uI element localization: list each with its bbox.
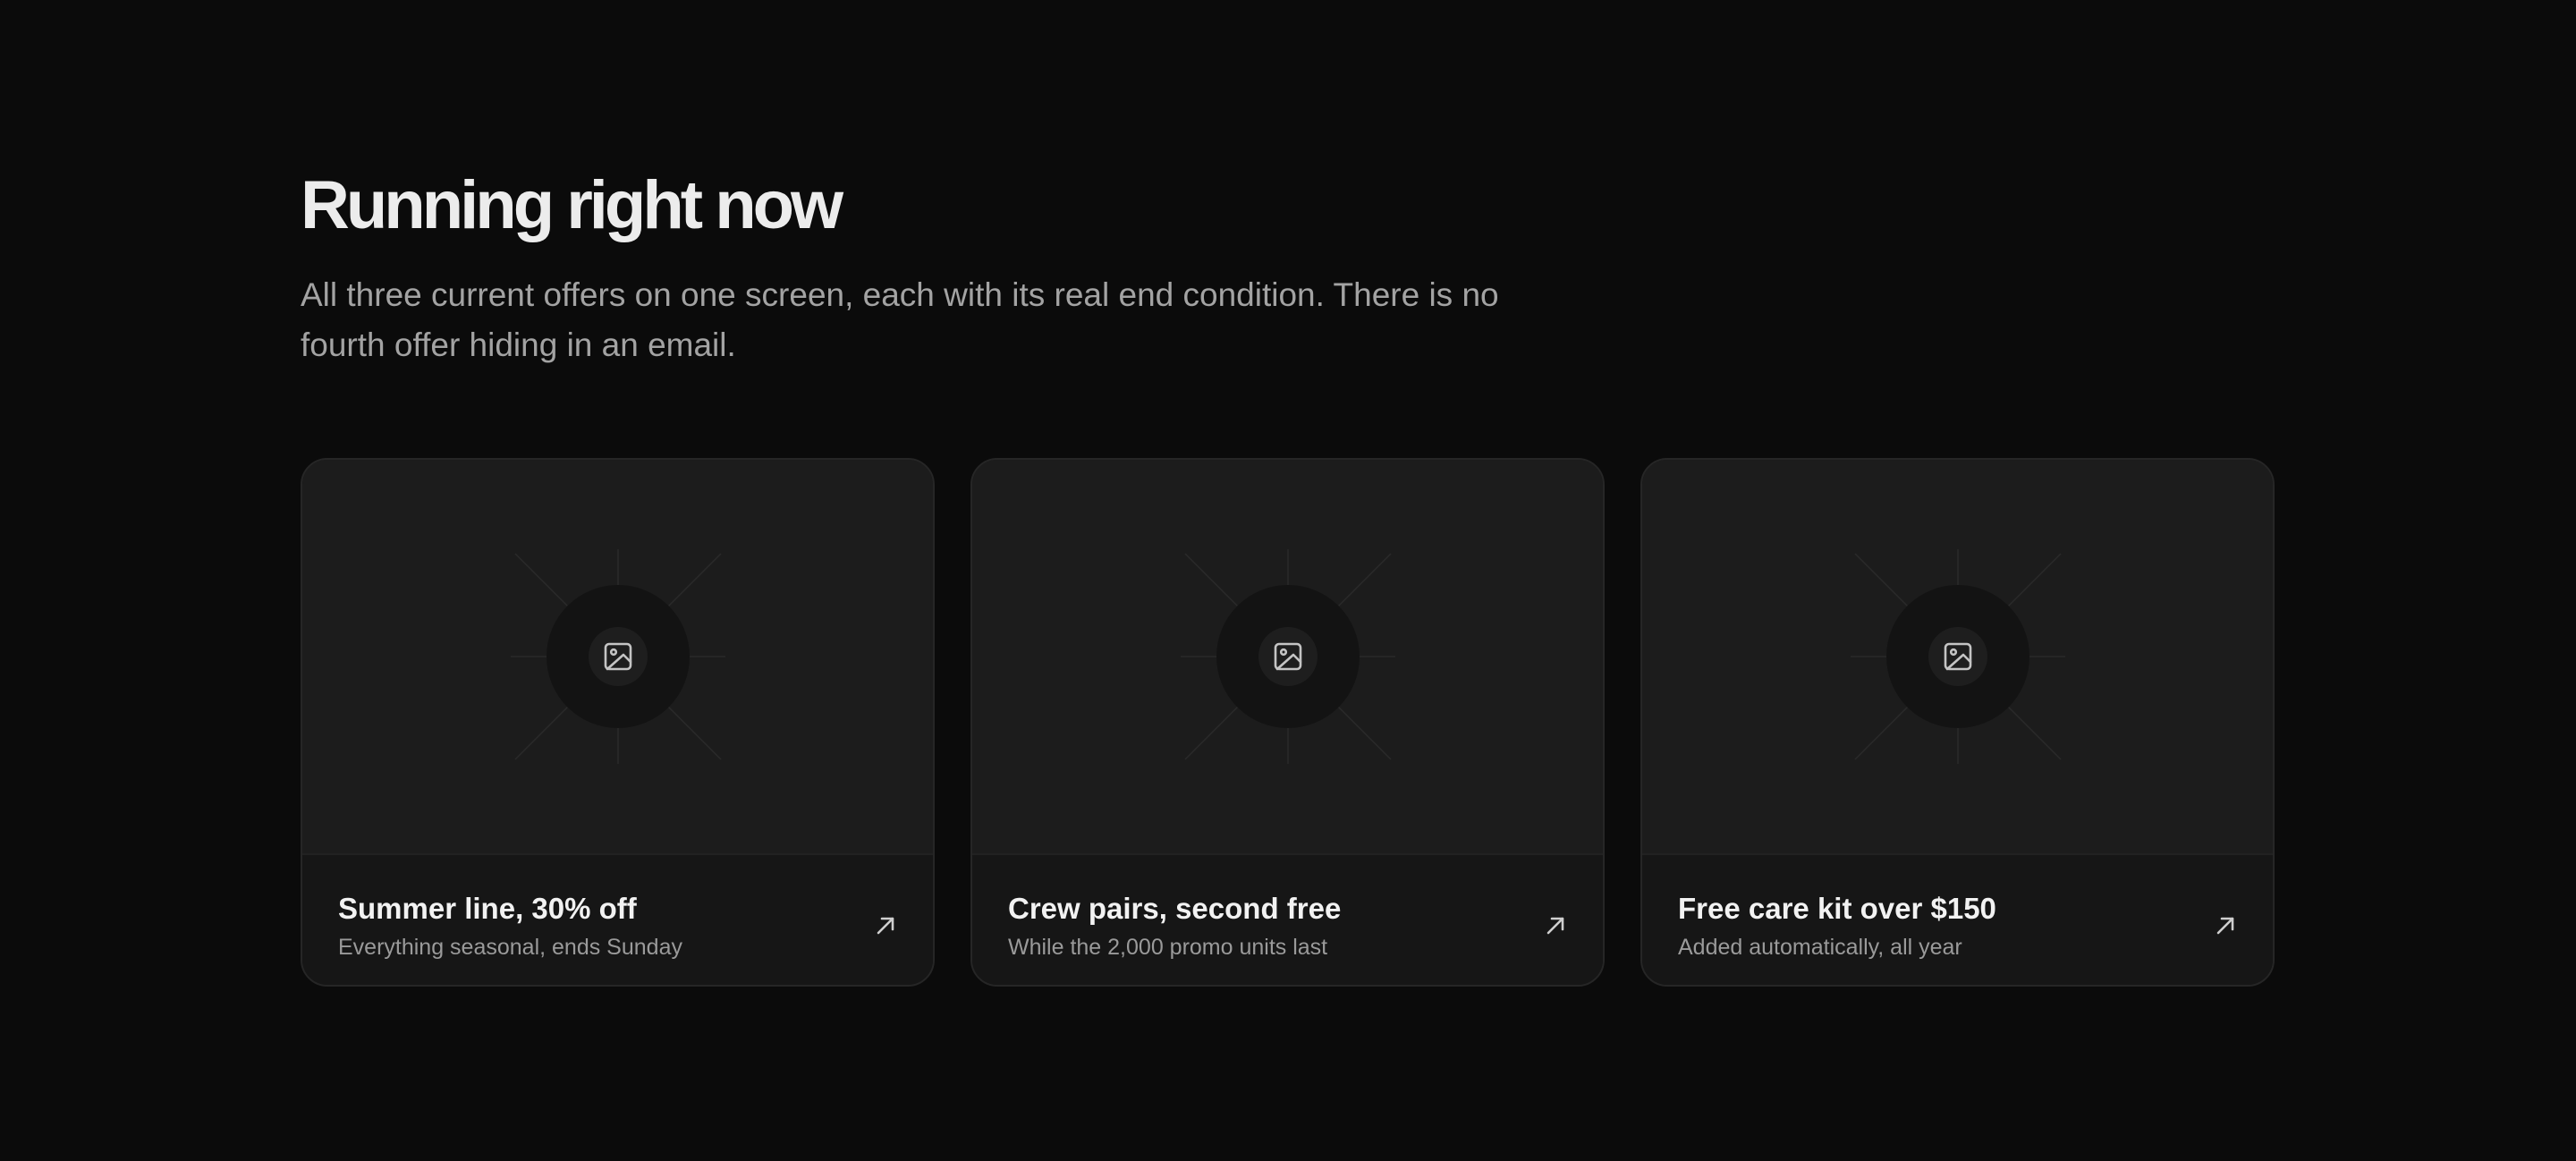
- offer-title: Free care kit over $150: [1678, 892, 1996, 925]
- offer-title: Summer line, 30% off: [338, 892, 637, 925]
- offer-title: Crew pairs, second free: [1008, 892, 1342, 925]
- offer-card[interactable]: Crew pairs, second free While the 2,000 …: [970, 458, 1605, 987]
- offer-image-placeholder: [1642, 460, 2273, 853]
- offer-card-footer: Free care kit over $150 Added automatica…: [1642, 853, 2273, 985]
- offer-card[interactable]: Summer line, 30% off Everything seasonal…: [301, 458, 935, 987]
- offer-image-placeholder: [972, 460, 1603, 853]
- page-title: Running right now: [301, 167, 843, 243]
- image-placeholder-icon: [1850, 549, 2065, 764]
- arrow-up-right-icon[interactable]: [874, 914, 897, 937]
- arrow-up-right-icon[interactable]: [2214, 914, 2237, 937]
- offer-caption: Everything seasonal, ends Sunday: [338, 935, 682, 960]
- offer-caption: While the 2,000 promo units last: [1008, 935, 1328, 960]
- offer-caption: Added automatically, all year: [1678, 935, 1962, 960]
- arrow-up-right-icon[interactable]: [1544, 914, 1567, 937]
- image-placeholder-icon: [510, 549, 725, 764]
- offer-image-placeholder: [302, 460, 933, 853]
- offer-card-footer: Summer line, 30% off Everything seasonal…: [302, 853, 933, 985]
- offer-card[interactable]: Free care kit over $150 Added automatica…: [1640, 458, 2275, 987]
- image-placeholder-icon: [1180, 549, 1395, 764]
- offer-card-list: Summer line, 30% off Everything seasonal…: [301, 458, 2275, 987]
- offer-card-footer: Crew pairs, second free While the 2,000 …: [972, 853, 1603, 985]
- page-subtitle: All three current offers on one screen, …: [301, 276, 1499, 363]
